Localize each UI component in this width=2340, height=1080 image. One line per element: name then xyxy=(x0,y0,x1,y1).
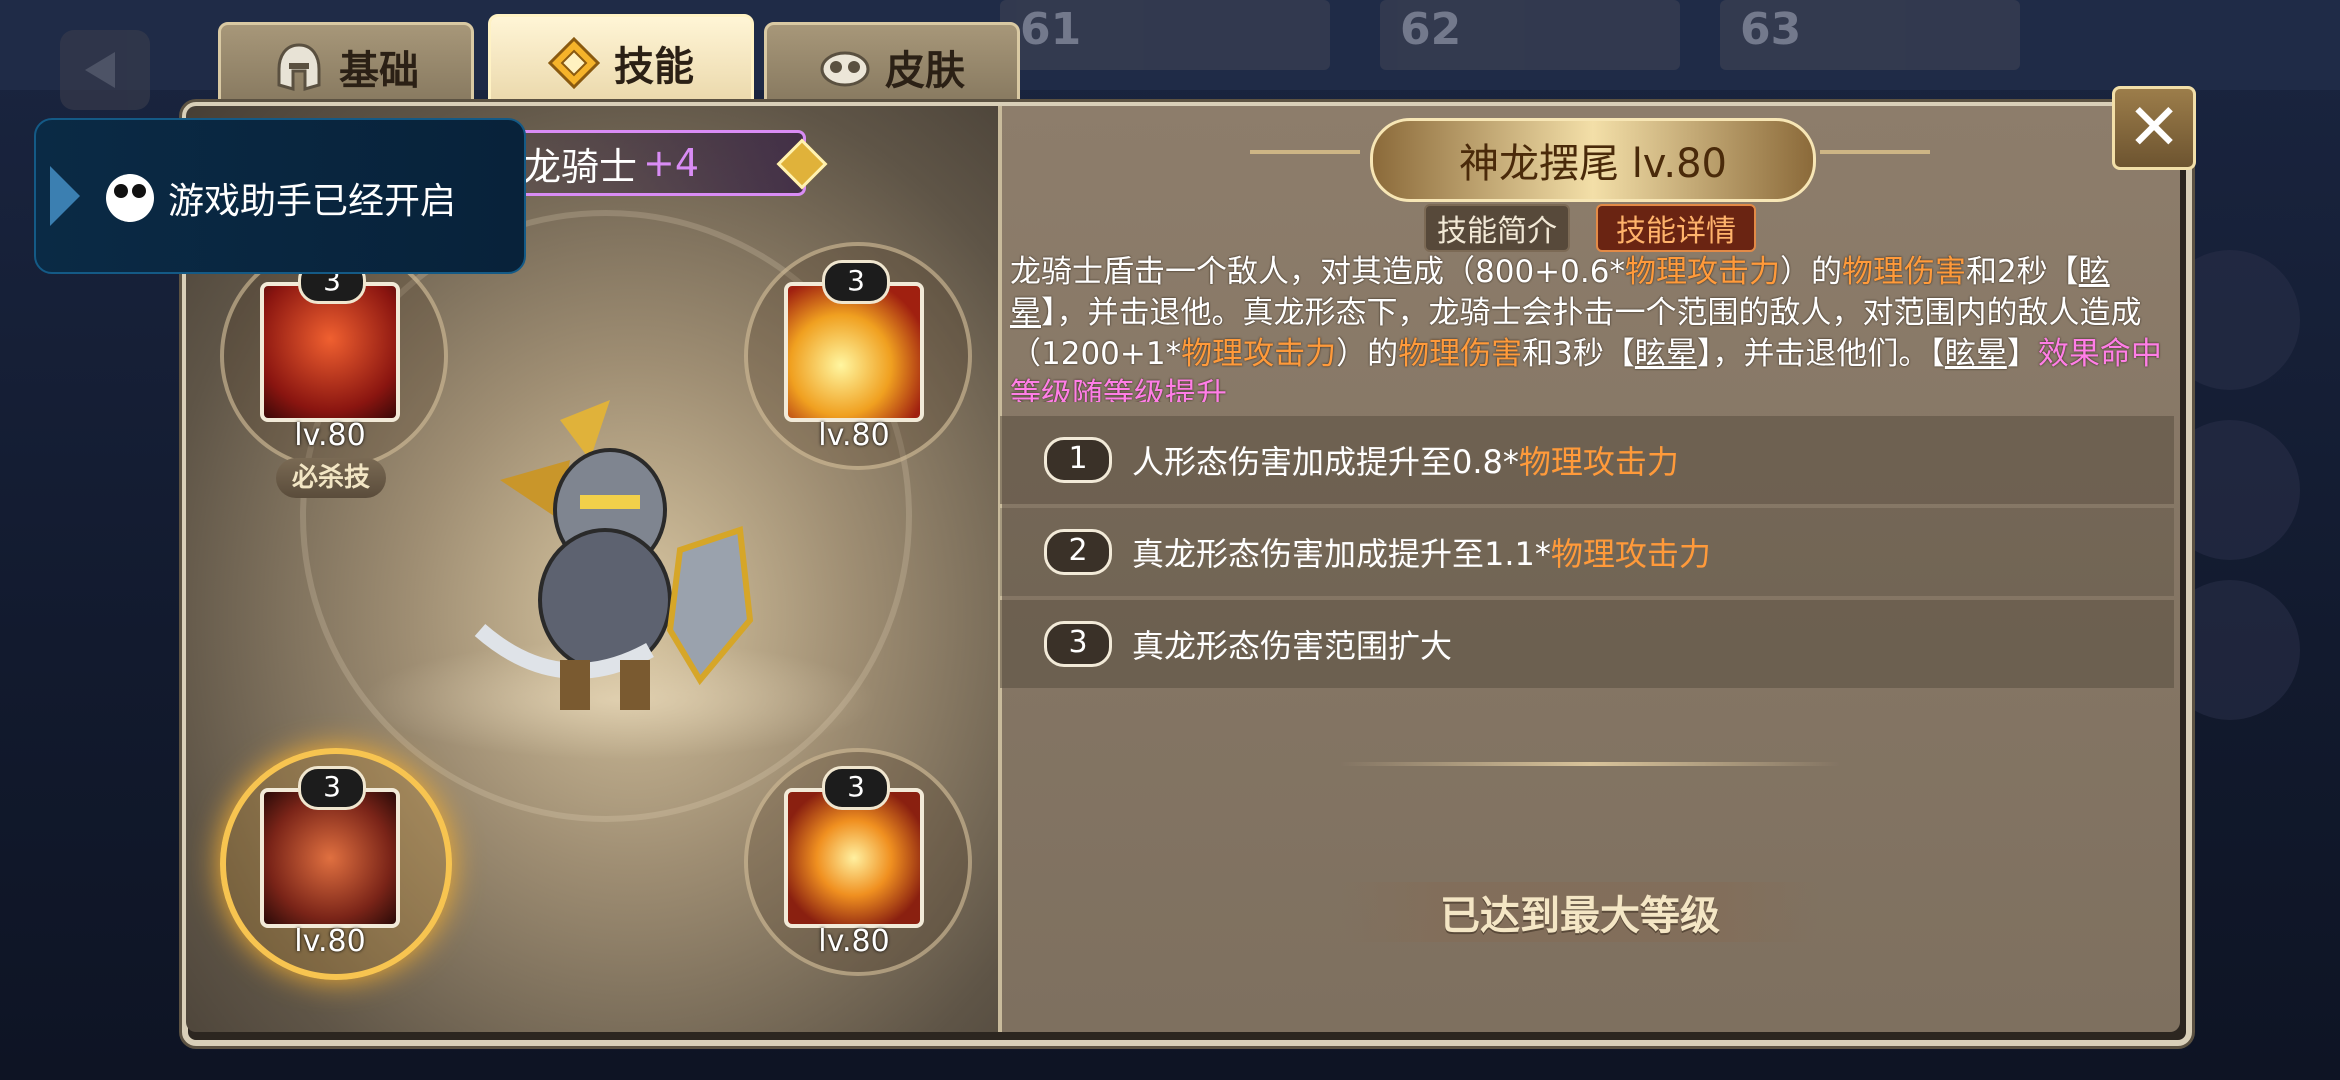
desc-status-link[interactable]: 眩晕 xyxy=(1635,336,1697,372)
hero-plus-level: +4 xyxy=(643,141,700,185)
toast-text: 游戏助手已经开启 xyxy=(168,181,457,222)
tab-skills-label: 技能 xyxy=(614,44,694,90)
skill-slot-4[interactable]: 3 lv.80 xyxy=(744,748,972,978)
tab-skill-detail[interactable]: 技能详情 xyxy=(1596,204,1756,252)
desc-keyword: 物理伤害 xyxy=(1841,254,1966,290)
desc-text: 和3秒【 xyxy=(1522,336,1635,372)
upgrade-row: 3 真龙形态伤害范围扩大 xyxy=(1000,600,2174,688)
upgrade-keyword: 物理攻击力 xyxy=(1518,443,1679,481)
skill-lv: lv.80 xyxy=(818,418,890,453)
upgrade-desc: 真龙形态伤害加成提升至1.1* xyxy=(1132,535,1551,573)
background-stat-value: 63 xyxy=(1740,4,1802,55)
tab-skins-label: 皮肤 xyxy=(885,48,965,94)
skill-level-badge: 3 xyxy=(822,260,890,304)
upgrade-desc: 人形态伤害加成提升至0.8* xyxy=(1132,443,1519,481)
skill-lv: lv.80 xyxy=(818,924,890,959)
skill-level-badge: 3 xyxy=(298,766,366,810)
desc-text: 龙骑士盾击一个敌人，对其造成（800+0.6* xyxy=(1010,254,1625,290)
background-stat: 63 xyxy=(1720,0,2020,70)
upgrade-number: 2 xyxy=(1044,529,1112,575)
skill-description[interactable]: 龙骑士盾击一个敌人，对其造成（800+0.6*物理攻击力）的物理伤害和2秒【眩晕… xyxy=(1010,252,2172,402)
desc-keyword: 物理攻击力 xyxy=(1624,254,1780,290)
panda-icon xyxy=(106,174,154,222)
tab-skins[interactable]: 皮肤 xyxy=(764,22,1020,112)
hero-character xyxy=(474,400,754,710)
assistant-toast: 游戏助手已经开启 xyxy=(34,118,526,274)
background-stat: 61 xyxy=(1000,0,1330,70)
ultimate-tag: 必杀技 xyxy=(276,458,386,498)
hero-name-bar: 龙骑士 +4 xyxy=(480,130,806,196)
skill-slot-1[interactable]: 3 lv.80 必杀技 xyxy=(220,242,448,498)
tab-skills[interactable]: 技能 xyxy=(488,14,754,112)
background-stat-value: 62 xyxy=(1400,4,1462,55)
desc-status-link[interactable]: 眩晕 xyxy=(1945,336,2007,372)
tab-basic[interactable]: 基础 xyxy=(218,22,474,112)
upgrade-desc: 真龙形态伤害范围扩大 xyxy=(1132,627,1453,665)
upgrade-text: 真龙形态伤害范围扩大 xyxy=(1132,621,1452,667)
desc-text: 】，并击退他们。【 xyxy=(1696,336,1945,372)
upgrade-number: 3 xyxy=(1044,621,1112,667)
upgrade-row: 1 人形态伤害加成提升至0.8*物理攻击力 xyxy=(1000,416,2174,504)
hero-name: 龙骑士 xyxy=(523,144,638,189)
desc-keyword: 物理攻击力 xyxy=(1181,336,1337,372)
mask-icon xyxy=(820,51,870,87)
upgrade-text: 人形态伤害加成提升至0.8*物理攻击力 xyxy=(1132,437,1679,483)
divider xyxy=(1340,762,1840,766)
desc-keyword: 物理伤害 xyxy=(1398,336,1523,372)
upgrade-number: 1 xyxy=(1044,437,1112,483)
title-ornament-right xyxy=(1820,150,1930,154)
tab-skill-intro[interactable]: 技能简介 xyxy=(1424,204,1570,252)
helmet-icon xyxy=(277,43,321,91)
skill-title: 神龙摆尾 lv.80 xyxy=(1370,118,1816,202)
skill-level-badge: 3 xyxy=(822,766,890,810)
skill-slot-2[interactable]: 3 lv.80 xyxy=(744,242,972,472)
desc-text: 】 xyxy=(2006,336,2038,372)
close-button[interactable]: ✕ xyxy=(2112,86,2196,170)
title-ornament-left xyxy=(1250,150,1360,154)
desc-text: 和2秒【 xyxy=(1965,254,2079,290)
desc-text: ）的 xyxy=(1779,254,1842,290)
skill-diamond-icon xyxy=(548,37,600,89)
tab-basic-label: 基础 xyxy=(339,48,419,94)
close-icon: ✕ xyxy=(2127,91,2181,165)
upgrade-row: 2 真龙形态伤害加成提升至1.1*物理攻击力 xyxy=(1000,508,2174,596)
skill-slot-3-selected[interactable]: 3 lv.80 xyxy=(220,748,452,980)
toast-arrow-icon xyxy=(50,166,80,226)
upgrade-keyword: 物理攻击力 xyxy=(1550,535,1711,573)
background-stat: 62 xyxy=(1380,0,1680,70)
desc-text: ）的 xyxy=(1336,336,1399,372)
skill-lv: lv.80 xyxy=(294,418,366,453)
upgrade-text: 真龙形态伤害加成提升至1.1*物理攻击力 xyxy=(1132,529,1711,575)
skill-lv: lv.80 xyxy=(294,924,366,959)
background-stat-value: 61 xyxy=(1020,4,1082,55)
back-arrow-icon[interactable] xyxy=(60,30,150,110)
max-level-label: 已达到最大等级 xyxy=(1340,882,1820,942)
